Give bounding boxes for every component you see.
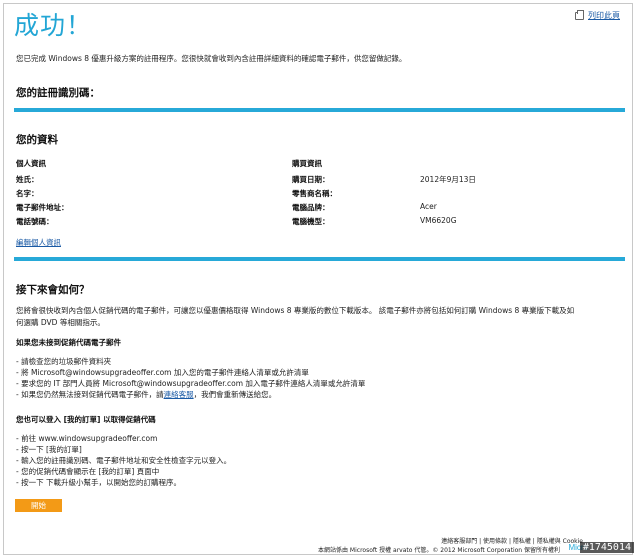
login-steps-list: 前往 www.windowsupgradeoffer.com 按一下 [我的訂單…: [16, 433, 231, 488]
list-item: 按一下 下載升級小幫手，以開始您的訂購程序。: [16, 477, 231, 488]
footer-copyright: 本網站係由 Microsoft 授權 arvato 代管。© 2012 Micr…: [318, 547, 560, 554]
printer-icon: [575, 9, 584, 20]
list-item-suffix: ，我們會重新傳送給您。: [193, 390, 277, 399]
retailer-label: 零售商名稱：: [292, 189, 337, 198]
registration-heading: 您的註冊識別碼：: [16, 87, 100, 99]
list-item-text: 如果您仍然無法接到促銷代碼電子郵件，請: [21, 390, 164, 399]
watermark: #1745014: [579, 542, 634, 553]
first-name-label: 名字：: [16, 189, 39, 198]
section-divider: [14, 108, 625, 112]
next-steps-heading: 接下來會如何？: [16, 284, 90, 296]
list-item: 請檢查您的垃圾郵件資料夾: [16, 356, 365, 367]
email-label: 電子郵件地址：: [16, 203, 69, 212]
login-heading: 您也可以登入 [我的訂單] 以取得促銷代碼: [16, 415, 156, 424]
list-item: 輸入您的註冊識別碼、電子郵件地址和安全性檢查字元以登入。: [16, 455, 231, 466]
no-email-heading: 如果您未接到促銷代碼電子郵件: [16, 338, 121, 347]
purchase-info-heading: 購買資訊: [292, 159, 322, 168]
model-label: 電腦機型：: [292, 217, 330, 226]
next-steps-body-line1: 您將會很快收到內含個人促銷代碼的電子郵件，可讓您以優惠價格取得 Windows …: [16, 306, 575, 315]
list-item: 將 Microsoft@windowsupgradeoffer.com 加入您的…: [16, 367, 365, 378]
footer-links[interactable]: 連絡客服部門 | 使用條款 | 隱私權 | 隱私權與 Cookie: [441, 536, 583, 545]
list-item: 要求您的 IT 部門人員將 Microsoft@windowsupgradeof…: [16, 378, 365, 389]
last-name-label: 姓氏：: [16, 175, 39, 184]
purchase-date-label: 購買日期：: [292, 175, 330, 184]
contact-support-link[interactable]: 連絡客服: [164, 390, 194, 399]
next-steps-body-line2: 何選購 DVD 等相關指示。: [16, 318, 105, 327]
list-item: 如果您仍然無法接到促銷代碼電子郵件，請連絡客服，我們會重新傳送給您。: [16, 389, 365, 400]
model-value: VM6620G: [420, 216, 457, 225]
page-title: 成功！: [14, 12, 93, 40]
intro-text: 您已完成 Windows 8 優惠升級方案的註冊程序。您很快就會收到內含註冊詳細…: [16, 54, 407, 63]
list-item: 按一下 [我的訂單]: [16, 444, 231, 455]
your-info-heading: 您的資料: [16, 134, 58, 146]
list-item: 前往 www.windowsupgradeoffer.com: [16, 433, 231, 444]
list-item: 您的促銷代碼會顯示在 [我的訂單] 頁面中: [16, 466, 231, 477]
brand-label: 電腦品牌：: [292, 203, 330, 212]
edit-info-link[interactable]: 編輯個人資訊: [16, 237, 61, 248]
no-email-list: 請檢查您的垃圾郵件資料夾 將 Microsoft@windowsupgradeo…: [16, 356, 365, 400]
brand-value: Acer: [420, 202, 437, 211]
section-divider: [14, 257, 625, 261]
purchase-date-value: 2012年9月13日: [420, 175, 476, 184]
print-label: 列印此頁: [588, 11, 620, 20]
print-link[interactable]: 列印此頁: [575, 9, 620, 21]
personal-info-heading: 個人資訊: [16, 159, 46, 168]
phone-label: 電話號碼：: [16, 217, 54, 226]
start-button[interactable]: 開始: [15, 499, 62, 512]
